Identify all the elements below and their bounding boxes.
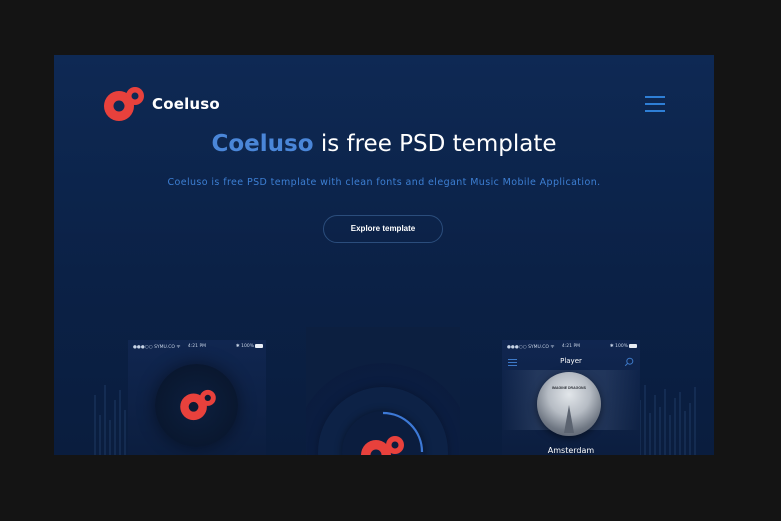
hero-title-rest: is free PSD template: [313, 131, 557, 157]
album-road-shape: [564, 405, 574, 433]
background-bars-right: [639, 335, 696, 455]
status-battery: ✱ 100%: [235, 344, 254, 349]
coeluso-logo-icon[interactable]: [103, 86, 145, 122]
phone-preview-player: ●●●○○ SYMU.CO ᯤ 4:21 PM ✱ 100% Player IM…: [502, 340, 640, 455]
explore-template-button[interactable]: Explore template: [323, 215, 443, 243]
hero-title: Coeluso is free PSD template: [54, 131, 714, 157]
brand-name[interactable]: Coeluso: [152, 95, 220, 113]
splash-disc: [155, 364, 238, 447]
hero-subtitle: Coeluso is free PSD template with clean …: [167, 177, 601, 188]
phone-preview-splash: ●●●○○ SYMU.CO ᯤ 4:21 PM ✱ 100%: [128, 340, 266, 455]
menu-icon[interactable]: [645, 96, 665, 113]
landing-frame: Coeluso Coeluso is free PSD template Coe…: [54, 55, 714, 455]
status-bar: ●●●○○ SYMU.CO ᯤ 4:21 PM ✱ 100%: [128, 344, 266, 352]
coeluso-logo-icon: [180, 389, 216, 421]
status-battery: ✱ 100%: [609, 344, 628, 349]
coeluso-logo-icon: [361, 436, 404, 455]
hero-title-accent: Coeluso: [211, 131, 314, 157]
battery-icon: [629, 344, 637, 348]
status-bar: ●●●○○ SYMU.CO ᯤ 4:21 PM ✱ 100%: [502, 344, 640, 352]
album-cover-text: IMAGINE DRAGONS: [552, 386, 586, 390]
album-cover[interactable]: IMAGINE DRAGONS: [537, 372, 601, 436]
song-title: Amsterdam: [547, 446, 595, 455]
search-icon[interactable]: [624, 357, 634, 367]
battery-icon: [255, 344, 263, 348]
phone-preview-loading: [306, 327, 460, 455]
player-title: Player: [560, 357, 582, 365]
